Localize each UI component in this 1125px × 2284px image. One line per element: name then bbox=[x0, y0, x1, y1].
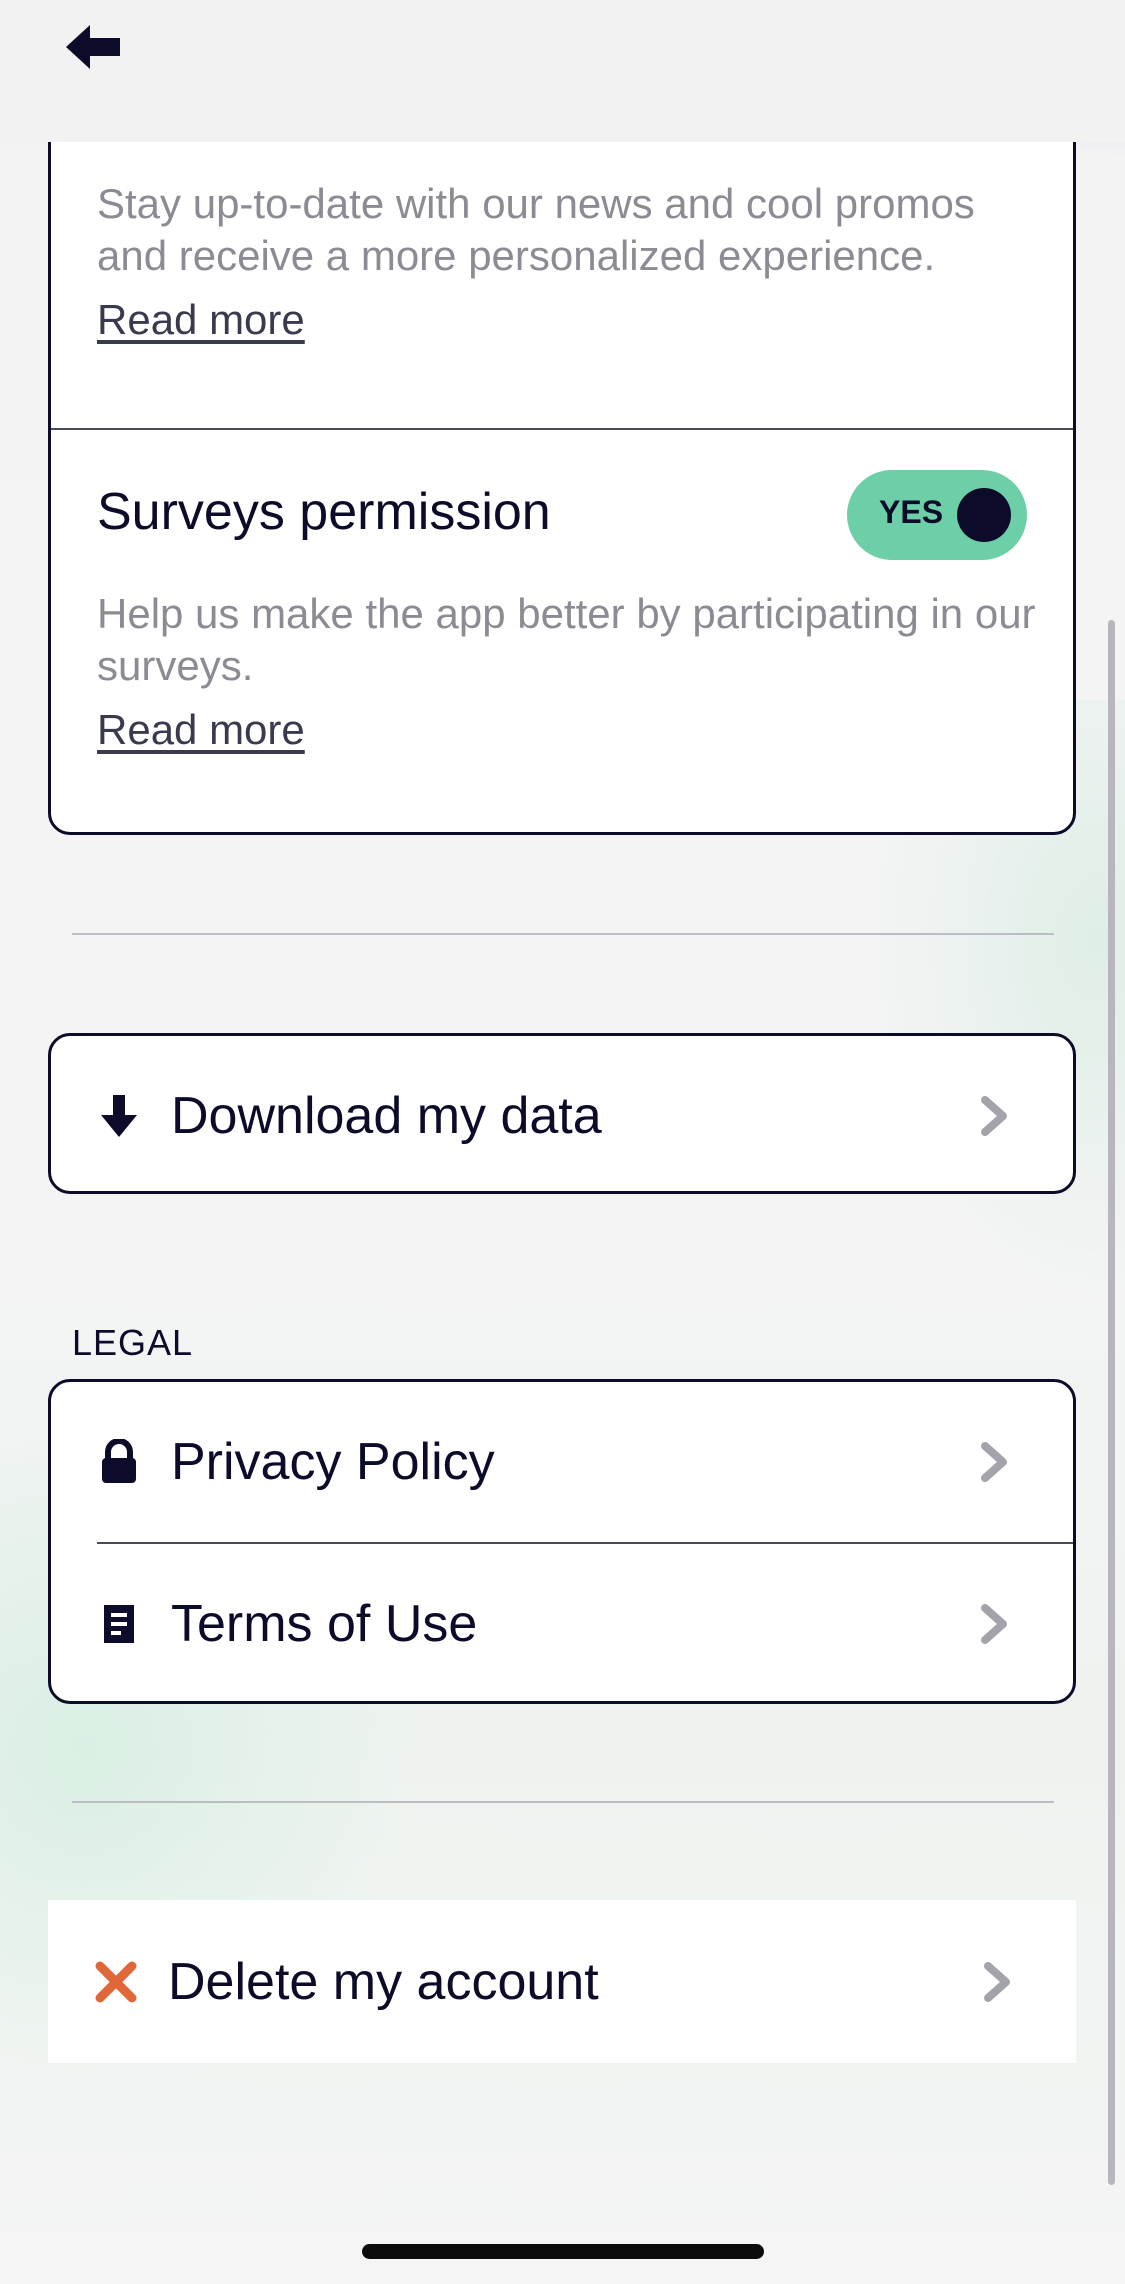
document-icon bbox=[89, 1594, 149, 1654]
marketing-permission-description: Stay up-to-date with our news and cool p… bbox=[97, 180, 975, 279]
marketing-read-more-link[interactable]: Read more bbox=[97, 296, 305, 344]
chevron-right-icon bbox=[979, 1442, 1009, 1482]
delete-account-label: Delete my account bbox=[168, 1952, 599, 2011]
lock-icon bbox=[89, 1432, 149, 1492]
surveys-permission-toggle[interactable]: YES bbox=[847, 470, 1027, 560]
toggle-state-label: YES bbox=[879, 494, 944, 530]
section-divider bbox=[72, 1801, 1054, 1803]
legal-section-heading: LEGAL bbox=[72, 1322, 194, 1363]
download-data-label: Download my data bbox=[171, 1087, 602, 1145]
chevron-right-icon bbox=[979, 1096, 1009, 1136]
back-button[interactable] bbox=[60, 16, 126, 82]
download-data-card: Download my data bbox=[48, 1033, 1076, 1194]
chevron-right-icon bbox=[982, 1961, 1012, 2002]
terms-of-use-label: Terms of Use bbox=[171, 1595, 478, 1653]
section-divider bbox=[72, 933, 1054, 935]
surveys-permission-description: Help us make the app better by participa… bbox=[97, 590, 1036, 689]
top-bar bbox=[0, 0, 1125, 142]
delete-account-button[interactable]: Delete my account bbox=[48, 1900, 1076, 2063]
home-indicator bbox=[362, 2244, 764, 2259]
privacy-policy-item[interactable]: Privacy Policy bbox=[51, 1382, 1073, 1542]
terms-of-use-item[interactable]: Terms of Use bbox=[51, 1544, 1073, 1701]
legal-card: Privacy Policy Terms of Use bbox=[48, 1379, 1076, 1704]
toggle-knob bbox=[957, 488, 1011, 542]
download-data-button[interactable]: Download my data bbox=[51, 1036, 1073, 1191]
close-x-icon bbox=[86, 1952, 146, 2012]
scrollbar[interactable] bbox=[1108, 620, 1115, 2185]
surveys-permission-section: Surveys permission YES Help us make the … bbox=[51, 428, 1073, 832]
chevron-right-icon bbox=[979, 1604, 1009, 1644]
surveys-permission-title: Surveys permission bbox=[97, 483, 551, 541]
consent-card: Stay up-to-date with our news and cool p… bbox=[48, 60, 1076, 835]
arrow-left-icon bbox=[64, 22, 122, 76]
privacy-policy-label: Privacy Policy bbox=[171, 1433, 495, 1491]
download-arrow-icon bbox=[89, 1086, 149, 1146]
surveys-read-more-link[interactable]: Read more bbox=[97, 706, 305, 754]
